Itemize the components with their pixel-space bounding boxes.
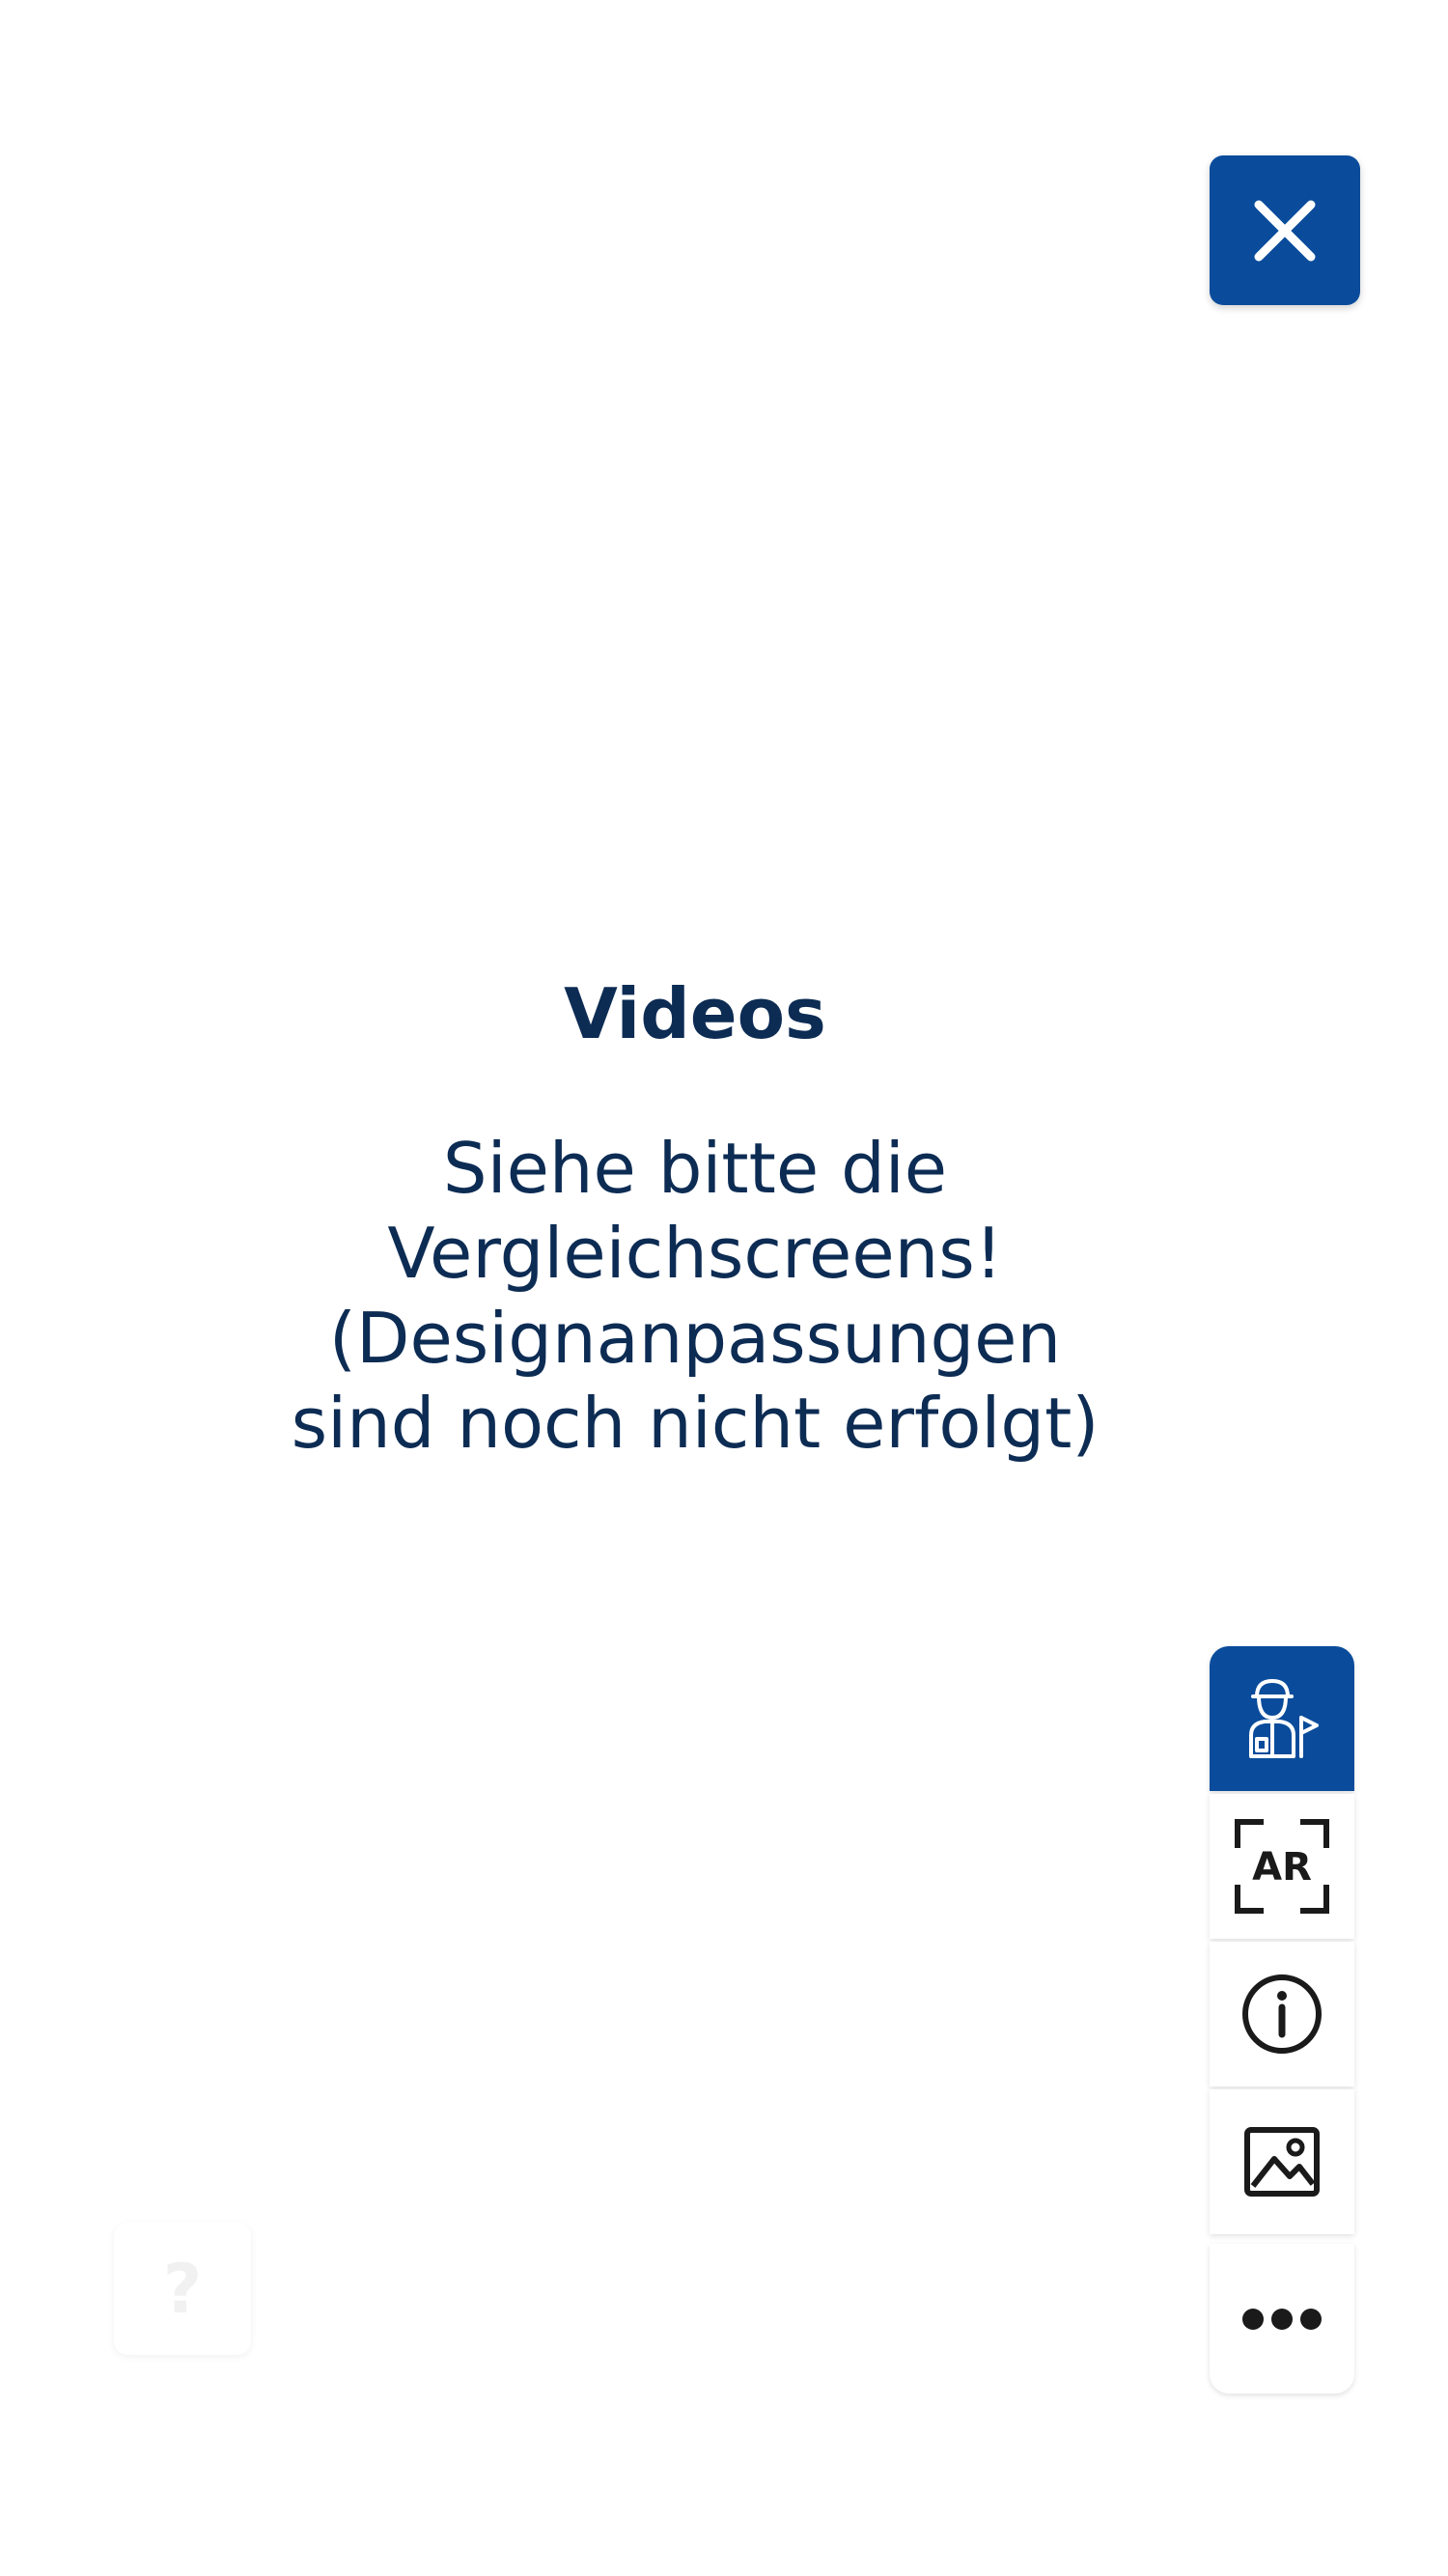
- help-button[interactable]: ?: [114, 2223, 251, 2355]
- more-button[interactable]: [1210, 2244, 1354, 2394]
- info-icon: [1242, 1974, 1322, 2054]
- close-button[interactable]: [1210, 155, 1360, 305]
- help-icon: ?: [162, 2249, 203, 2329]
- placeholder-message: Siehe bitte die Vergleichscreens! (Desig…: [291, 1128, 1100, 1464]
- side-toolbar: AR: [1210, 1646, 1354, 2396]
- info-button[interactable]: [1210, 1942, 1354, 2086]
- ar-button[interactable]: AR: [1210, 1794, 1354, 1939]
- placeholder-content: Videos Siehe bitte die Vergleichscreens!…: [193, 956, 1197, 1466]
- page-title: Videos: [564, 973, 826, 1054]
- ar-label: AR: [1252, 1845, 1312, 1890]
- gallery-button[interactable]: [1210, 2089, 1354, 2234]
- guide-button[interactable]: [1210, 1646, 1354, 1791]
- more-icon: [1242, 2308, 1322, 2330]
- ar-scan-icon: AR: [1235, 1819, 1329, 1914]
- image-gallery-icon: [1244, 2127, 1320, 2197]
- guide-person-flag-icon: [1249, 1679, 1319, 1758]
- close-icon: [1254, 200, 1316, 261]
